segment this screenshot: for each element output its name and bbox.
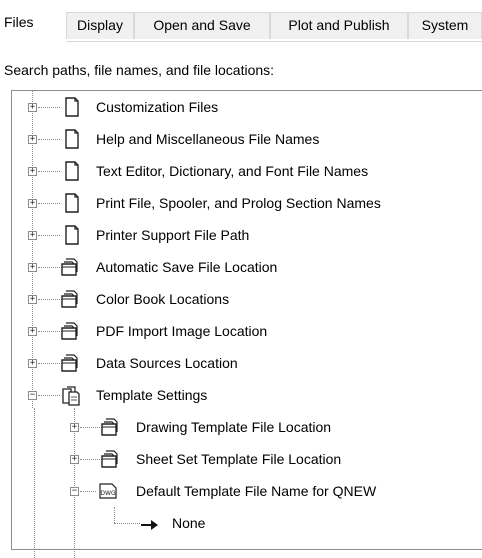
tree-item-label: Printer Support File Path: [96, 227, 250, 243]
tree-item-label: Drawing Template File Location: [136, 419, 332, 435]
tree-item-label: None: [172, 515, 206, 531]
folder-stack-icon: [60, 352, 80, 374]
expand-icon[interactable]: +: [28, 103, 37, 112]
expand-icon[interactable]: +: [28, 359, 37, 368]
tree-connector: [38, 171, 60, 172]
tree-item-default-template-qnew[interactable]: − DWG Default Template File Name for QNE…: [12, 475, 482, 507]
tab-divider: [66, 41, 482, 42]
tree-item-label: Print File, Spooler, and Prolog Section …: [96, 195, 381, 211]
svg-text:DWG: DWG: [100, 490, 116, 497]
tab-display[interactable]: Display: [66, 12, 134, 39]
document-icon: [62, 128, 82, 150]
tree-item-label: Default Template File Name for QNEW: [136, 483, 377, 499]
search-paths-label: Search paths, file names, and file locat…: [4, 62, 275, 78]
expand-icon[interactable]: +: [28, 135, 37, 144]
tree-connector: [80, 491, 96, 492]
template-settings-icon: [60, 384, 80, 406]
document-icon: [62, 192, 82, 214]
tree-connector: [80, 459, 100, 460]
expand-icon[interactable]: +: [70, 423, 79, 432]
tree-item-label: Text Editor, Dictionary, and Font File N…: [96, 163, 369, 179]
folder-stack-icon: [60, 256, 80, 278]
folder-stack-icon: [60, 288, 80, 310]
tree-item-label: Data Sources Location: [96, 355, 238, 371]
folder-stack-icon: [60, 320, 80, 342]
tree-connector: [38, 203, 60, 204]
tree-item-customization-files[interactable]: + Customization Files: [12, 91, 482, 123]
tree-connector: [38, 299, 60, 300]
document-icon: [62, 224, 82, 246]
collapse-icon[interactable]: −: [70, 487, 79, 496]
tree-item-label: PDF Import Image Location: [96, 323, 268, 339]
expand-icon[interactable]: +: [28, 231, 37, 240]
tree-item-help-misc-file-names[interactable]: + Help and Miscellaneous File Names: [12, 123, 482, 155]
expand-icon[interactable]: +: [28, 199, 37, 208]
tree-connector: [38, 139, 60, 140]
tree-connector: [38, 235, 60, 236]
tree-item-data-sources-location[interactable]: + Data Sources Location: [12, 347, 482, 379]
tree-connector: [38, 363, 60, 364]
tree-item-drawing-template-location[interactable]: + Drawing Template File Location: [12, 411, 482, 443]
tree-item-label: Help and Miscellaneous File Names: [96, 131, 320, 147]
tab-bar: Files Display Open and Save Plot and Pub…: [0, 0, 482, 42]
tree-item-text-editor-file-names[interactable]: + Text Editor, Dictionary, and Font File…: [12, 155, 482, 187]
tree-item-label: Template Settings: [96, 387, 208, 403]
tree-connector: [38, 107, 60, 108]
tree-connector: [80, 427, 100, 428]
tree-item-print-file-names[interactable]: + Print File, Spooler, and Prolog Sectio…: [12, 187, 482, 219]
document-icon: [62, 96, 82, 118]
tab-files[interactable]: Files: [0, 8, 66, 42]
tree-connector: [38, 267, 60, 268]
tree-item-label: Automatic Save File Location: [96, 259, 278, 275]
tree-connector: [38, 395, 60, 396]
tree-connector: [38, 331, 60, 332]
tab-system[interactable]: System: [408, 12, 482, 39]
expand-icon[interactable]: +: [28, 295, 37, 304]
expand-icon[interactable]: +: [70, 455, 79, 464]
expand-icon[interactable]: +: [28, 327, 37, 336]
tree-item-label: Sheet Set Template File Location: [136, 451, 342, 467]
tree-item-sheet-set-template-location[interactable]: + Sheet Set Template File Location: [12, 443, 482, 475]
tree-item-label: Customization Files: [96, 99, 219, 115]
tree-item-automatic-save-location[interactable]: + Automatic Save File Location: [12, 251, 482, 283]
file-paths-tree[interactable]: + Customization Files + Help and Miscell…: [11, 90, 482, 558]
expand-icon[interactable]: +: [28, 167, 37, 176]
folder-stack-icon: [100, 448, 120, 470]
collapse-icon[interactable]: −: [28, 391, 37, 400]
tree-item-label: Color Book Locations: [96, 291, 230, 307]
tree-item-printer-support-path[interactable]: + Printer Support File Path: [12, 219, 482, 251]
tab-plot-and-publish[interactable]: Plot and Publish: [270, 12, 408, 39]
tree-item-color-book-locations[interactable]: + Color Book Locations: [12, 283, 482, 315]
document-icon: [62, 160, 82, 182]
tree-item-template-settings[interactable]: − Template Settings: [12, 379, 482, 411]
folder-stack-icon: [100, 416, 120, 438]
tree-item-none[interactable]: None: [12, 507, 482, 539]
tree-item-pdf-import-image-location[interactable]: + PDF Import Image Location: [12, 315, 482, 347]
tree-connector: [114, 523, 140, 524]
expand-icon[interactable]: +: [28, 263, 37, 272]
dwg-file-icon: DWG: [98, 480, 118, 502]
tab-open-and-save[interactable]: Open and Save: [134, 12, 270, 39]
